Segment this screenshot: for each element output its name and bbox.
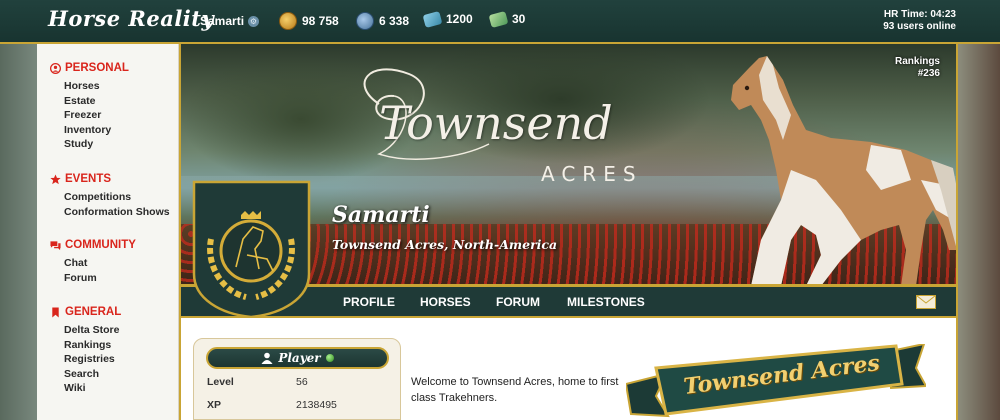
sidebar-heading-community[interactable]: COMMUNITY bbox=[50, 239, 136, 251]
bookmark-icon bbox=[52, 306, 59, 318]
sidebar-item-search[interactable]: Search bbox=[64, 367, 121, 382]
sidebar-item-inventory[interactable]: Inventory bbox=[64, 123, 129, 138]
tab-forum[interactable]: FORUM bbox=[496, 295, 540, 309]
currency-tickets-blue[interactable]: 1200 bbox=[422, 10, 473, 28]
tab-profile[interactable]: PROFILE bbox=[343, 295, 395, 309]
tickets-green-value: 30 bbox=[512, 12, 526, 26]
online-status-icon bbox=[325, 354, 334, 362]
sidebar-heading-personal[interactable]: PERSONAL bbox=[50, 62, 129, 74]
banner-subtitle: ACRES bbox=[541, 162, 643, 186]
star-icon bbox=[50, 173, 61, 184]
sidebar-item-conformation-shows[interactable]: Conformation Shows bbox=[64, 205, 170, 220]
sidebar-item-competitions[interactable]: Competitions bbox=[64, 190, 170, 205]
person-icon bbox=[261, 352, 273, 364]
player-badge bbox=[192, 180, 311, 319]
player-card-header: Player bbox=[206, 347, 389, 369]
sidebar-item-registries[interactable]: Registries bbox=[64, 352, 121, 367]
sidebar: PERSONAL Horses Estate Freezer Inventory… bbox=[37, 44, 179, 420]
tab-milestones[interactable]: MILESTONES bbox=[567, 295, 645, 309]
sidebar-item-forum[interactable]: Forum bbox=[64, 271, 136, 286]
sidebar-item-study[interactable]: Study bbox=[64, 137, 129, 152]
coins-value: 98 758 bbox=[302, 14, 339, 28]
ticket-icon bbox=[488, 10, 509, 28]
tickets-blue-value: 1200 bbox=[446, 12, 473, 26]
site-logo[interactable]: Horse Reality bbox=[48, 6, 214, 31]
currency-tickets-green[interactable]: 30 bbox=[488, 10, 526, 28]
player-location: Townsend Acres, North-America bbox=[332, 237, 558, 252]
mail-icon[interactable] bbox=[916, 295, 936, 309]
sidebar-item-freezer[interactable]: Freezer bbox=[64, 108, 129, 123]
stat-label-xp: XP bbox=[207, 399, 222, 411]
sidebar-section-personal: PERSONAL Horses Estate Freezer Inventory… bbox=[50, 62, 129, 152]
currency-coins[interactable]: 98 758 bbox=[279, 12, 339, 30]
tab-horses[interactable]: HORSES bbox=[420, 295, 471, 309]
stat-value-level: 56 bbox=[296, 376, 308, 388]
welcome-message: Welcome to Townsend Acres, home to first… bbox=[411, 376, 619, 404]
sidebar-section-general: GENERAL Delta Store Rankings Registries … bbox=[50, 306, 121, 396]
horse-illustration bbox=[731, 56, 956, 284]
currency-passes[interactable]: 6 338 bbox=[356, 12, 409, 30]
user-icon bbox=[50, 62, 61, 74]
username-link[interactable]: Samarti bbox=[200, 14, 244, 28]
sidebar-item-chat[interactable]: Chat bbox=[64, 256, 136, 271]
sidebar-item-rankings[interactable]: Rankings bbox=[64, 338, 121, 353]
chat-icon bbox=[50, 240, 61, 250]
users-online[interactable]: 93 users online bbox=[883, 21, 956, 33]
server-time: HR Time: 04:23 bbox=[883, 9, 956, 20]
sidebar-item-estate[interactable]: Estate bbox=[64, 94, 129, 109]
sidebar-heading-general[interactable]: GENERAL bbox=[50, 306, 121, 318]
sidebar-item-delta-store[interactable]: Delta Store bbox=[64, 323, 121, 338]
ticket-icon bbox=[422, 10, 443, 28]
coin-icon bbox=[279, 12, 297, 30]
stat-value-xp: 2138495 bbox=[296, 399, 337, 411]
server-info: HR Time: 04:23 93 users online bbox=[883, 9, 956, 33]
sidebar-item-wiki[interactable]: Wiki bbox=[64, 381, 121, 396]
settings-icon[interactable]: ⚙ bbox=[248, 16, 259, 27]
sidebar-section-events: EVENTS Competitions Conformation Shows bbox=[50, 173, 170, 219]
stat-label-level: Level bbox=[207, 376, 234, 388]
sidebar-section-community: COMMUNITY Chat Forum bbox=[50, 239, 136, 285]
top-bar: Horse Reality Samarti ⚙ 98 758 6 338 120… bbox=[0, 0, 1000, 44]
passes-value: 6 338 bbox=[379, 14, 410, 28]
sidebar-item-horses[interactable]: Horses bbox=[64, 79, 129, 94]
pass-icon bbox=[356, 12, 374, 30]
sidebar-heading-events[interactable]: EVENTS bbox=[50, 173, 170, 185]
player-name: Samarti bbox=[332, 202, 430, 228]
